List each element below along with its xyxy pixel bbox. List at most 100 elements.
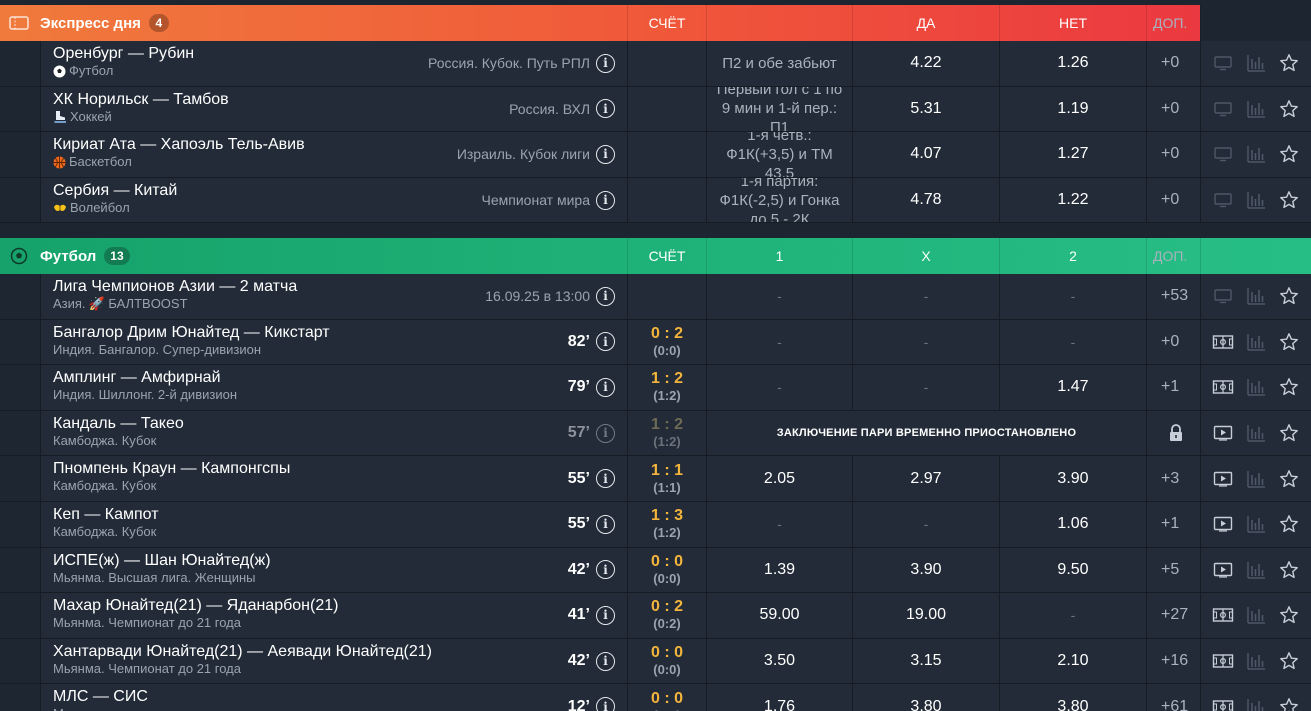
statistics-icon[interactable] — [1245, 650, 1267, 672]
favorite-star-icon[interactable] — [1278, 650, 1300, 672]
odd-1[interactable]: - — [706, 365, 852, 410]
match-tracker-icon[interactable] — [1212, 604, 1234, 626]
info-icon[interactable]: i — [596, 53, 615, 73]
event-name[interactable]: Кандаль — Такео — [53, 414, 627, 433]
football-row[interactable]: Лига Чемпионов Азии — 2 матча Азия. 🚀 БАЛТ… — [0, 274, 1311, 320]
info-icon[interactable]: i — [596, 514, 615, 534]
info-icon[interactable]: i — [596, 190, 615, 210]
extra-markets[interactable]: +0 — [1146, 41, 1200, 86]
odd-yes[interactable]: 4.78 — [852, 177, 999, 223]
express-row[interactable]: Кириат Ата — Хапоэль Тель-Авив Баскетбол И… — [0, 132, 1311, 178]
live-video-icon[interactable] — [1212, 422, 1234, 444]
match-tracker-icon[interactable] — [1212, 696, 1234, 711]
match-tracker-icon[interactable] — [1212, 376, 1234, 398]
football-row[interactable]: МЛС — СИСМьянма.12’i0 : 0(0:0)1.763.803.… — [0, 684, 1311, 711]
statistics-icon[interactable] — [1245, 331, 1267, 353]
odd-2[interactable]: 3.80 — [999, 684, 1146, 711]
express-row[interactable]: Сербия — Китай Волейбол Чемпионат мира i 1-я… — [0, 177, 1311, 224]
odd-2[interactable]: - — [999, 593, 1146, 638]
info-icon[interactable]: i — [596, 377, 615, 397]
statistics-icon[interactable] — [1245, 696, 1267, 711]
live-video-icon[interactable] — [1212, 513, 1234, 535]
info-icon[interactable]: i — [596, 560, 615, 580]
tv-icon[interactable] — [1212, 143, 1234, 165]
express-row[interactable]: Оренбург — Рубин Футбол Россия. Кубок. Пут… — [0, 41, 1311, 87]
odd-x[interactable]: 3.15 — [852, 638, 999, 684]
extra-markets[interactable]: +0 — [1146, 177, 1200, 223]
favorite-star-icon[interactable] — [1278, 143, 1300, 165]
odd-x[interactable]: - — [852, 365, 999, 410]
odd-no[interactable]: 1.26 — [999, 41, 1146, 86]
football-row[interactable]: Хантарвади Юнайтед(21) — Аеявади Юнайтед… — [0, 638, 1311, 685]
football-title-cell[interactable]: Футбол 13 — [0, 238, 627, 274]
odd-x[interactable]: - — [852, 501, 999, 547]
football-row[interactable]: Амплинг — Амфирнай Индия. Шиллонг. 2-й ди… — [0, 365, 1311, 411]
info-icon[interactable]: i — [596, 697, 615, 711]
event-cell[interactable]: Пномпень Краун — Кампонгспы Камбоджа. Куб… — [40, 456, 627, 501]
extra-markets[interactable]: +1 — [1146, 501, 1200, 547]
tv-icon[interactable] — [1212, 189, 1234, 211]
odd-1[interactable]: 59.00 — [706, 593, 852, 638]
odd-2[interactable]: 3.90 — [999, 456, 1146, 501]
statistics-icon[interactable] — [1245, 143, 1267, 165]
favorite-star-icon[interactable] — [1278, 559, 1300, 581]
statistics-icon[interactable] — [1245, 513, 1267, 535]
event-name[interactable]: Кеп — Кампот — [53, 505, 627, 524]
odd-x[interactable]: 19.00 — [852, 593, 999, 638]
extra-markets[interactable]: +53 — [1146, 274, 1200, 319]
football-row[interactable]: Махар Юнайтед(21) — Яданарбон(21) Мьянма.… — [0, 593, 1311, 639]
event-cell[interactable]: Амплинг — Амфирнай Индия. Шиллонг. 2-й ди… — [40, 365, 627, 410]
football-row[interactable]: ИСПЕ(ж) — Шан Юнайтед(ж) Мьянма. Высшая л… — [0, 547, 1311, 594]
odd-x[interactable]: 3.90 — [852, 547, 999, 593]
event-cell[interactable]: Бангалор Дрим Юнайтед — Кикстарт Индия. Б… — [40, 319, 627, 365]
odd-2[interactable]: 1.47 — [999, 365, 1146, 410]
extra-markets[interactable]: +16 — [1146, 638, 1200, 684]
favorite-star-icon[interactable] — [1278, 422, 1300, 444]
odd-yes[interactable]: 4.07 — [852, 132, 999, 177]
event-name[interactable]: Бангалор Дрим Юнайтед — Кикстарт — [53, 323, 627, 342]
event-cell[interactable]: Хантарвади Юнайтед(21) — Аеявади Юнайтед… — [40, 638, 627, 684]
event-cell[interactable]: ХК Норильск — Тамбов Хоккей Россия. ВХЛ i — [40, 86, 627, 132]
odd-no[interactable]: 1.22 — [999, 177, 1146, 223]
event-cell[interactable]: Кириат Ата — Хапоэль Тель-Авив Баскетбол И… — [40, 132, 627, 177]
favorite-star-icon[interactable] — [1278, 376, 1300, 398]
statistics-icon[interactable] — [1245, 468, 1267, 490]
event-cell[interactable]: ИСПЕ(ж) — Шан Юнайтед(ж) Мьянма. Высшая л… — [40, 547, 627, 593]
statistics-icon[interactable] — [1245, 285, 1267, 307]
football-row[interactable]: Кандаль — Такео Камбоджа. Кубок 57’ i 1 : 2(… — [0, 410, 1311, 457]
odd-2[interactable]: - — [999, 274, 1146, 319]
extra-markets[interactable]: +0 — [1146, 319, 1200, 365]
odd-2[interactable]: 1.06 — [999, 501, 1146, 547]
info-icon[interactable]: i — [596, 99, 615, 119]
extra-markets[interactable]: +0 — [1146, 86, 1200, 132]
tv-icon[interactable] — [1212, 52, 1234, 74]
statistics-icon[interactable] — [1245, 376, 1267, 398]
football-row[interactable]: Пномпень Краун — Кампонгспы Камбоджа. Куб… — [0, 456, 1311, 502]
odd-no[interactable]: 1.19 — [999, 86, 1146, 132]
statistics-icon[interactable] — [1245, 189, 1267, 211]
odd-1[interactable]: - — [706, 319, 852, 365]
extra-markets[interactable]: +1 — [1146, 365, 1200, 410]
odd-x[interactable]: - — [852, 319, 999, 365]
event-name[interactable]: Хантарвади Юнайтед(21) — Аеявади Юнайтед… — [53, 642, 627, 661]
odd-x[interactable]: 3.80 — [852, 684, 999, 711]
favorite-star-icon[interactable] — [1278, 98, 1300, 120]
match-tracker-icon[interactable] — [1212, 650, 1234, 672]
odd-1[interactable]: 2.05 — [706, 456, 852, 501]
extra-markets[interactable]: +3 — [1146, 456, 1200, 501]
football-row[interactable]: Бангалор Дрим Юнайтед — Кикстарт Индия. Б… — [0, 319, 1311, 366]
event-cell[interactable]: МЛС — СИСМьянма.12’ i — [40, 684, 627, 711]
express-title-cell[interactable]: Экспресс дня 4 — [0, 5, 627, 41]
favorite-star-icon[interactable] — [1278, 468, 1300, 490]
favorite-star-icon[interactable] — [1278, 331, 1300, 353]
odd-x[interactable]: - — [852, 274, 999, 319]
statistics-icon[interactable] — [1245, 604, 1267, 626]
event-cell[interactable]: Сербия — Китай Волейбол Чемпионат мира i — [40, 177, 627, 223]
event-name[interactable]: Пномпень Краун — Кампонгспы — [53, 459, 627, 478]
odd-yes[interactable]: 5.31 — [852, 86, 999, 132]
event-cell[interactable]: Махар Юнайтед(21) — Яданарбон(21) Мьянма.… — [40, 593, 627, 638]
event-name[interactable]: Амплинг — Амфирнай — [53, 368, 627, 387]
statistics-icon[interactable] — [1245, 52, 1267, 74]
odd-2[interactable]: 2.10 — [999, 638, 1146, 684]
favorite-star-icon[interactable] — [1278, 285, 1300, 307]
